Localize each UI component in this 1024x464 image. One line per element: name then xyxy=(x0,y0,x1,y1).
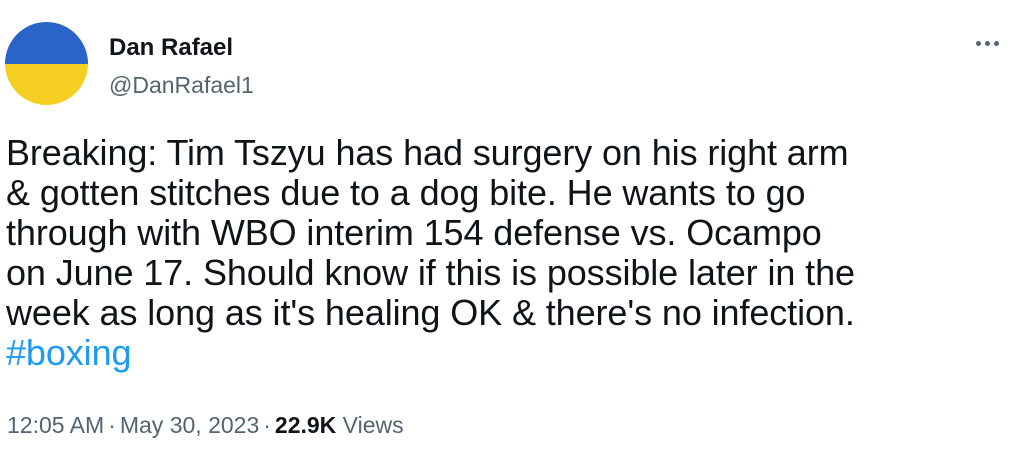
tweet-text-line: on June 17. Should know if this is possi… xyxy=(6,252,855,293)
more-horizontal-icon-dot xyxy=(984,40,990,46)
tweet-text-line: Breaking: Tim Tszyu has had surgery on h… xyxy=(6,132,849,173)
tweet-text-line: through with WBO interim 154 defense vs.… xyxy=(6,212,822,253)
avatar-flag-bottom xyxy=(5,63,88,105)
more-horizontal-icon-dot xyxy=(993,40,999,46)
more-horizontal-icon xyxy=(975,40,981,46)
meta-separator: · xyxy=(263,412,271,438)
tweet-text-line: & gotten stitches due to a dog bite. He … xyxy=(6,172,806,213)
tweet-text: Breaking: Tim Tszyu has had surgery on h… xyxy=(6,133,1006,373)
author-handle[interactable]: @DanRafael1 xyxy=(109,71,254,99)
hashtag-link[interactable]: #boxing xyxy=(6,333,1006,373)
tweet-date: May 30, 2023 xyxy=(119,412,260,438)
avatar-flag-top xyxy=(5,22,88,64)
tweet-card: Dan Rafael @DanRafael1 Breaking: Tim Tsz… xyxy=(0,0,1024,464)
tweet-header: Dan Rafael @DanRafael1 xyxy=(5,22,1005,106)
views-link[interactable]: 22.9K Views xyxy=(275,412,404,438)
tweet-time: 12:05 AM xyxy=(7,412,105,438)
tweet-text-line: week as long as it's healing OK & there'… xyxy=(6,292,855,333)
tweet-meta: 12:05 AM · May 30, 2023 · 22.9K Views xyxy=(7,411,404,439)
tweet-timestamp-link[interactable]: 12:05 AM · May 30, 2023 xyxy=(7,412,259,438)
views-label: Views xyxy=(342,412,404,438)
author-name[interactable]: Dan Rafael xyxy=(109,34,233,62)
avatar[interactable] xyxy=(5,22,88,105)
meta-separator: · xyxy=(108,412,116,438)
more-options-button[interactable] xyxy=(965,28,1009,58)
views-count: 22.9K xyxy=(274,412,337,438)
